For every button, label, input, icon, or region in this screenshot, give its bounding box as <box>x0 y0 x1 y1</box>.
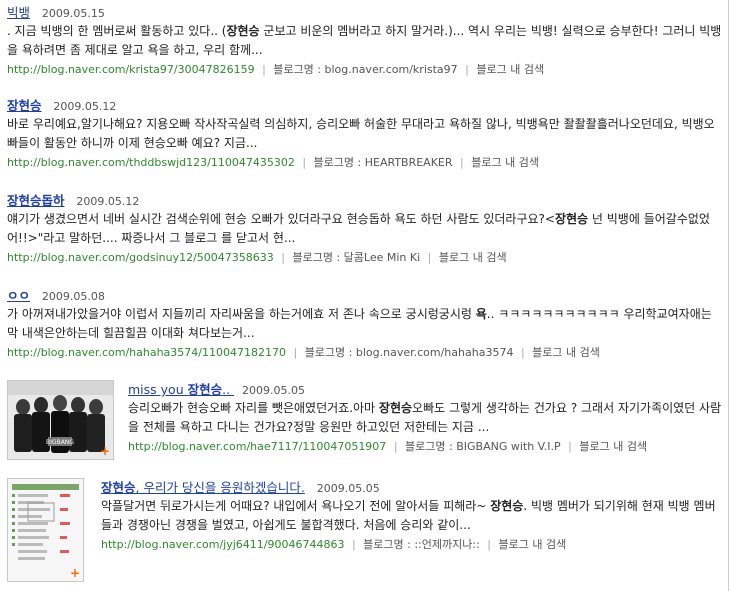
result-title-link[interactable]: 장현승, 우리가 당신을 응원하겠습니다. <box>101 480 305 495</box>
blog-search-link[interactable]: 블로그 내 검색 <box>476 63 544 76</box>
result-url-link[interactable]: http://blog.naver.com/hahaha3574/1100471… <box>7 346 286 359</box>
result-thumbnail[interactable]: BIGBANG + <box>7 380 114 460</box>
svg-text:BIGBANG: BIGBANG <box>46 439 74 446</box>
highlight-keyword: 장현승 <box>378 401 413 415</box>
search-result: miss you 장현승.. 2009.05.05 승리오빠가 현승오빠 자리를… <box>128 380 723 456</box>
result-title-text: .. <box>222 382 235 397</box>
expand-icon[interactable]: + <box>100 445 110 457</box>
separator: | <box>460 156 464 169</box>
result-date: 2009.05.15 <box>41 7 105 20</box>
snippet-text: 승리오빠가 현승오빠 자리를 뺏은애였던거죠.아마 <box>128 401 379 415</box>
result-title-link[interactable]: 장현승돕하 <box>7 193 65 208</box>
snippet-text: 가 아꺼져내가았을거야 이럽서 지들끼리 자리싸움을 하는거에효 저 존나 속으… <box>7 307 476 321</box>
result-title-text: ㅇㅇ <box>7 288 31 303</box>
search-result: 장현승, 우리가 당신을 응원하겠습니다. 2009.05.05 악플달거면 뒤… <box>101 478 723 554</box>
result-title-text: miss you <box>128 382 188 397</box>
separator: | <box>427 251 432 264</box>
blog-name: 블로그명 : blog.naver.com/hahaha3574 <box>304 346 514 359</box>
result-date: 2009.05.05 <box>242 384 306 397</box>
result-title-text: 장현승 <box>7 98 42 113</box>
separator: | <box>487 538 491 551</box>
separator: | <box>465 63 469 76</box>
group-photo-image: BIGBANG <box>8 381 113 459</box>
result-title-link[interactable]: miss you 장현승.. <box>128 382 234 397</box>
result-url-link[interactable]: http://blog.naver.com/jyj6411/9004674486… <box>101 538 344 551</box>
blog-search-link[interactable]: 블로그 내 검색 <box>579 440 647 453</box>
blog-search-link[interactable]: 블로그 내 검색 <box>439 251 507 264</box>
highlight-keyword: 장현승 <box>554 212 589 226</box>
snippet-text: 악플달거면 뒤로가시는게 어때요? 내입에서 욕나오기 전에 알아서들 피해라~ <box>101 499 491 513</box>
snippet-text: . 지금 빅뱅의 한 멤버로써 활동하고 있다.. ( <box>7 24 227 38</box>
blog-name: 블로그명 : HEARTBREAKER <box>313 156 453 169</box>
result-snippet: 가 아꺼져내가았을거야 이럽서 지들끼리 자리싸움을 하는거에효 저 존나 속으… <box>7 305 723 343</box>
result-snippet: . 지금 빅뱅의 한 멤버로써 활동하고 있다.. (장현승 군보고 비운의 멤… <box>7 22 723 60</box>
highlight-keyword: 장현승 <box>187 382 223 397</box>
blog-search-link[interactable]: 블로그 내 검색 <box>532 346 600 359</box>
result-snippet: 악플달거면 뒤로가시는게 어때요? 내입에서 욕나오기 전에 알아서들 피해라~… <box>101 497 723 535</box>
result-title-link[interactable]: 장현승 <box>7 98 42 113</box>
snippet-text: 얘기가 생겼으면서 네버 실시간 검색순위에 현승 오빠가 있더라구요 현승돕하… <box>7 212 555 226</box>
separator: | <box>293 346 298 359</box>
result-url-link[interactable]: http://blog.naver.com/godsinuy12/5004735… <box>7 251 274 264</box>
blog-search-link[interactable]: 블로그 내 검색 <box>471 156 539 169</box>
separator: | <box>393 440 398 453</box>
blog-name: 블로그명 : blog.naver.com/krista97 <box>273 63 458 76</box>
search-result: 빅뱅 2009.05.15 . 지금 빅뱅의 한 멤버로써 활동하고 있다.. … <box>7 3 723 79</box>
result-title-text: 장현승돕하 <box>7 193 65 208</box>
blog-search-link[interactable]: 블로그 내 검색 <box>499 538 567 551</box>
result-snippet: 바로 우리예요,알기나해요? 지용오빠 작사작곡실력 의심하지, 승리오빠 허술… <box>7 115 723 153</box>
right-divider <box>728 0 729 591</box>
separator: | <box>281 251 285 264</box>
result-title-link[interactable]: ㅇㅇ <box>7 288 30 303</box>
result-date: 2009.05.12 <box>53 100 117 113</box>
result-date: 2009.05.05 <box>316 482 380 495</box>
result-url-link[interactable]: http://blog.naver.com/hae7117/1100470519… <box>128 440 386 453</box>
highlight-keyword: 장현승 <box>101 480 136 495</box>
result-thumbnail[interactable]: + <box>7 478 84 582</box>
separator: | <box>262 63 266 76</box>
separator: | <box>302 156 307 169</box>
snippet-text: 바로 우리예요,알기나해요? 지용오빠 작사작곡실력 의심하지, 승리오빠 허술… <box>7 117 715 150</box>
separator: | <box>520 346 525 359</box>
blog-name: 블로그명 : ::언제까지나:: <box>363 538 480 551</box>
highlight-keyword: 장현승 <box>490 499 524 513</box>
result-date: 2009.05.08 <box>41 290 105 303</box>
blog-name: 블로그명 : BIGBANG with V.I.P <box>405 440 561 453</box>
search-result: 장현승 2009.05.12 바로 우리예요,알기나해요? 지용오빠 작사작곡실… <box>7 96 723 172</box>
highlight-keyword: 욕 <box>475 307 487 321</box>
blog-name: 블로그명 : 달콤Lee Min Ki <box>292 251 421 264</box>
highlight-keyword: 장현승 <box>226 24 260 38</box>
result-date: 2009.05.12 <box>76 195 140 208</box>
result-snippet: 승리오빠가 현승오빠 자리를 뺏은애였던거죠.아마 장현승오빠도 그렇게 생각하… <box>128 399 723 437</box>
result-url-link[interactable]: http://blog.naver.com/thddbswjd123/11004… <box>7 156 295 169</box>
result-title-link[interactable]: 빅뱅 <box>7 5 30 20</box>
search-result: 장현승돕하 2009.05.12 얘기가 생겼으면서 네버 실시간 검색순위에 … <box>7 191 723 267</box>
result-url-link[interactable]: http://blog.naver.com/krista97/300478261… <box>7 63 255 76</box>
separator: | <box>568 440 572 453</box>
expand-icon[interactable]: + <box>70 567 80 579</box>
result-title-text: , 우리가 당신을 응원하겠습니다. <box>135 480 305 495</box>
separator: | <box>351 538 356 551</box>
search-result: ㅇㅇ 2009.05.08 가 아꺼져내가았을거야 이럽서 지들끼리 자리싸움을… <box>7 286 723 362</box>
result-snippet: 얘기가 생겼으면서 네버 실시간 검색순위에 현승 오빠가 있더라구요 현승돕하… <box>7 210 723 248</box>
